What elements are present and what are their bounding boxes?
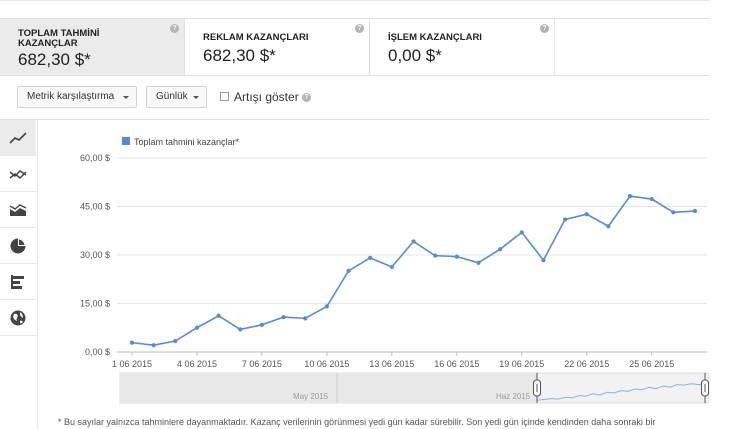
globe-icon bbox=[10, 310, 26, 325]
help-icon[interactable]: ? bbox=[355, 24, 364, 33]
chart-type-geo[interactable] bbox=[0, 300, 36, 336]
data-point[interactable] bbox=[541, 258, 546, 263]
card-transaction-earnings-label: İŞLEM KAZANÇLARI bbox=[388, 32, 482, 43]
bar-chart-icon bbox=[11, 274, 24, 289]
card-total-earnings-label: TOPLAM TAHMİNİ KAZANÇLAR bbox=[18, 28, 100, 49]
help-icon[interactable]: ? bbox=[302, 93, 311, 102]
data-point[interactable] bbox=[281, 314, 286, 320]
data-point[interactable] bbox=[584, 212, 589, 217]
top-divider bbox=[0, 0, 710, 1]
data-point[interactable] bbox=[627, 194, 633, 199]
y-tick-label: 15,00 $ bbox=[80, 299, 110, 309]
data-point[interactable] bbox=[129, 340, 135, 345]
x-tick-label: 7 06 2015 bbox=[242, 359, 282, 369]
data-point[interactable] bbox=[692, 208, 698, 214]
card-total-earnings-value: 682,30 $* bbox=[18, 50, 91, 69]
data-point[interactable] bbox=[216, 313, 221, 318]
show-growth-label: Artışı göster bbox=[234, 90, 299, 104]
data-point[interactable] bbox=[194, 325, 200, 330]
data-point[interactable] bbox=[519, 230, 524, 235]
chart-type-bar[interactable] bbox=[0, 264, 36, 300]
card-ad-earnings[interactable]: REKLAM KAZANÇLARI 682,30 $* ? bbox=[185, 19, 370, 75]
pie-chart-icon bbox=[10, 238, 26, 253]
data-point[interactable] bbox=[346, 268, 351, 273]
earnings-chart: Toplam tahmini kazançlar* 0,00 $ 15,00 $ 30… bbox=[80, 137, 710, 404]
data-point[interactable] bbox=[498, 247, 503, 252]
data-point[interactable] bbox=[433, 253, 438, 258]
x-tick-label: 19 06 2015 bbox=[499, 359, 544, 369]
period-dropdown[interactable]: Günlük bbox=[146, 86, 207, 108]
series-line bbox=[131, 195, 696, 347]
chart-toolbar: Metrik karşılaştırma Günlük Artışı göste… bbox=[0, 75, 710, 120]
data-point[interactable] bbox=[238, 327, 243, 332]
footnote: * Bu sayılar yalnızca tahminlere dayanma… bbox=[58, 417, 656, 427]
x-tick-label: 10 06 2015 bbox=[304, 359, 349, 369]
y-tick-label: 60,00 $ bbox=[80, 153, 110, 163]
data-point[interactable] bbox=[259, 322, 265, 327]
help-icon[interactable]: ? bbox=[170, 24, 179, 33]
data-point[interactable] bbox=[411, 239, 416, 244]
y-tick-label: 30,00 $ bbox=[80, 250, 110, 260]
navigator-month-label: May 2015 bbox=[293, 392, 329, 401]
data-point[interactable] bbox=[151, 343, 156, 348]
multi-line-chart-icon bbox=[9, 169, 27, 179]
card-ad-earnings-value: 682,30 $* bbox=[203, 46, 276, 65]
data-point[interactable] bbox=[324, 304, 329, 309]
data-point[interactable] bbox=[562, 217, 568, 222]
data-point[interactable] bbox=[389, 264, 394, 270]
legend-label: Toplam tahmini kazançlar* bbox=[134, 137, 240, 147]
x-tick-label: 4 06 2015 bbox=[177, 359, 217, 369]
x-tick-label: 16 06 2015 bbox=[434, 359, 479, 369]
card-transaction-earnings[interactable]: İŞLEM KAZANÇLARI 0,00 $* ? bbox=[370, 19, 555, 75]
data-point[interactable] bbox=[476, 260, 481, 265]
y-tick-label: 45,00 $ bbox=[80, 202, 110, 212]
metric-compare-dropdown[interactable]: Metrik karşılaştırma bbox=[17, 86, 137, 108]
summary-cards: TOPLAM TAHMİNİ KAZANÇLAR 682,30 $* ? REKL… bbox=[0, 18, 710, 76]
y-tick-label: 0,00 $ bbox=[85, 347, 110, 357]
card-ad-earnings-label: REKLAM KAZANÇLARI bbox=[203, 32, 309, 43]
area-chart-icon bbox=[9, 203, 27, 216]
data-point[interactable] bbox=[671, 210, 676, 215]
data-point[interactable] bbox=[368, 255, 373, 261]
line-chart-icon bbox=[9, 131, 27, 144]
x-tick-label: 25 06 2015 bbox=[629, 359, 674, 369]
card-transaction-earnings-value: 0,00 $* bbox=[388, 46, 442, 65]
help-icon[interactable]: ? bbox=[540, 24, 549, 33]
x-tick-label: 22 06 2015 bbox=[564, 359, 609, 369]
show-growth-checkbox[interactable] bbox=[220, 92, 229, 101]
chart-type-area[interactable] bbox=[0, 192, 36, 228]
data-point[interactable] bbox=[649, 196, 654, 202]
data-point[interactable] bbox=[606, 224, 611, 229]
data-point[interactable] bbox=[303, 316, 308, 321]
chart-type-pie[interactable] bbox=[0, 228, 36, 264]
chevron-down-icon bbox=[193, 96, 199, 99]
x-tick-label: 13 06 2015 bbox=[369, 359, 414, 369]
data-point[interactable] bbox=[173, 338, 178, 344]
navigator-month-label: Haz 2015 bbox=[496, 392, 531, 401]
period-label: Günlük bbox=[156, 91, 188, 102]
legend-swatch bbox=[122, 137, 130, 145]
chevron-down-icon bbox=[123, 96, 129, 99]
navigator-unselected-range bbox=[120, 373, 537, 403]
data-point[interactable] bbox=[454, 254, 459, 259]
chart-type-sidebar bbox=[0, 120, 38, 429]
x-tick-label: 1 06 2015 bbox=[112, 359, 152, 369]
chart-type-line[interactable] bbox=[0, 120, 36, 156]
metric-compare-label: Metrik karşılaştırma bbox=[27, 91, 115, 102]
card-total-earnings[interactable]: TOPLAM TAHMİNİ KAZANÇLAR 682,30 $* ? bbox=[0, 19, 185, 75]
chart-type-multi-line[interactable] bbox=[0, 156, 36, 192]
